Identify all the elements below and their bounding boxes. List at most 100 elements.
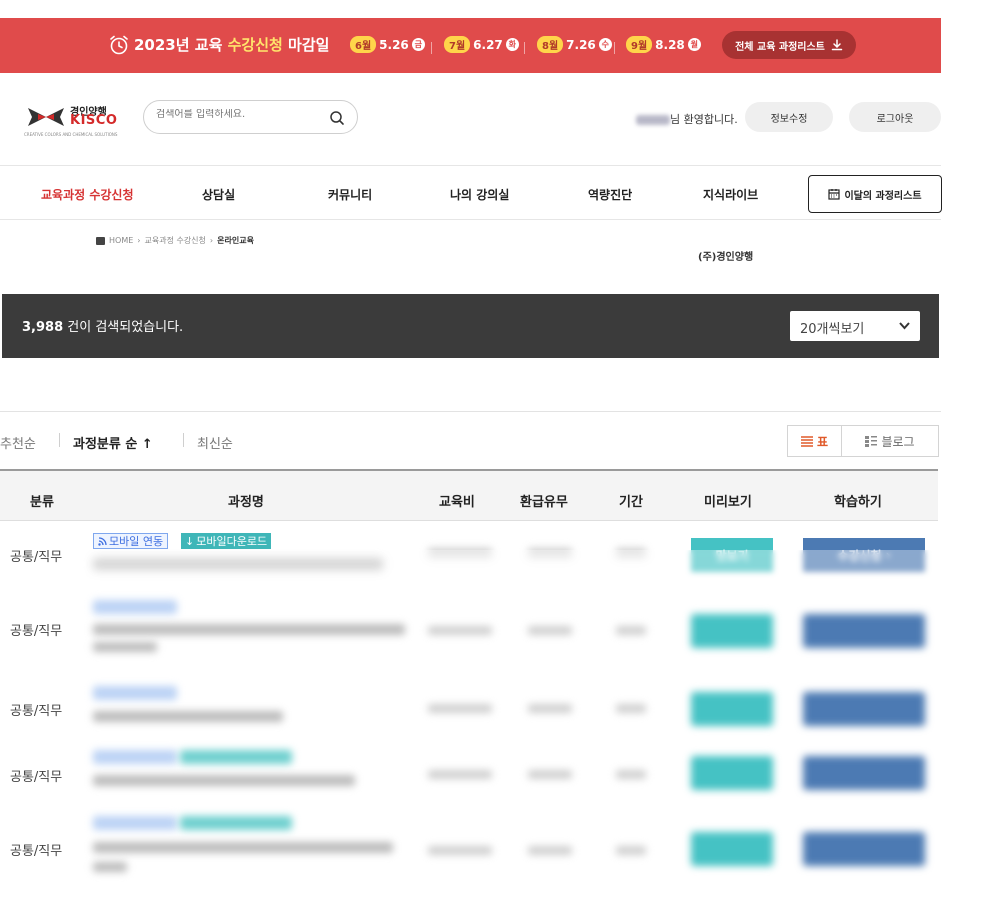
edit-profile-button[interactable]: 정보수정 xyxy=(745,102,833,132)
search-result-bar: 3,988 건이 검색되었습니다. 20개씩보기 xyxy=(2,294,939,358)
blurred-refund xyxy=(528,846,572,855)
deadline-date: 6.27 xyxy=(473,37,503,52)
enroll-button[interactable] xyxy=(803,692,925,726)
deadline-month: 9월 xyxy=(626,36,653,53)
kisco-logo[interactable]: 경인양행 KISCO CREATIVE COLORS AND CHEMICAL … xyxy=(24,102,120,137)
column-period: 기간 xyxy=(619,495,643,510)
blurred-fee xyxy=(428,704,492,713)
enroll-button[interactable] xyxy=(803,756,925,790)
sort-divider xyxy=(0,411,941,412)
mobile-download-label: 모바일다운로드 xyxy=(196,535,268,548)
sort-latest[interactable]: 최신순 xyxy=(197,433,233,452)
blurred-course-title xyxy=(93,842,393,853)
column-category: 분류 xyxy=(30,495,54,510)
per-page-value: 20개씩보기 xyxy=(800,322,865,337)
column-refund: 환급유무 xyxy=(520,495,568,510)
rss-icon xyxy=(98,536,107,546)
company-name: (주)경인양행 xyxy=(698,252,754,263)
search-input[interactable] xyxy=(156,109,316,120)
blurred-tag xyxy=(93,750,177,764)
logo-tagline: CREATIVE COLORS AND CHEMICAL SOLUTIONS xyxy=(24,132,118,137)
nav-community[interactable]: 커뮤니티 xyxy=(328,186,372,203)
result-count-number: 3,988 xyxy=(22,320,64,335)
preview-button[interactable] xyxy=(691,832,773,866)
table-row: 공통/직무 xyxy=(0,676,938,740)
breadcrumb: HOME › 교육과정 수강신청 › 온라인교육 xyxy=(96,235,254,246)
nav-divider xyxy=(0,219,941,220)
grid-icon xyxy=(865,435,878,447)
deadline-september: 9월 8.28 월 xyxy=(626,36,701,53)
deadline-date: 5.26 xyxy=(379,37,409,52)
blog-view-button[interactable]: 블로그 xyxy=(841,425,939,457)
sort-by-category[interactable]: 과정분류 순 ↑ xyxy=(73,433,153,452)
welcome-text: 님 환영합니다. xyxy=(670,113,738,126)
mobile-sync-label: 모바일 연동 xyxy=(109,535,164,548)
nav-my-classroom[interactable]: 나의 강의실 xyxy=(450,186,509,203)
deadline-weekday: 수 xyxy=(598,38,612,51)
sort-recommended[interactable]: 추천순 xyxy=(0,433,36,452)
row-category: 공통/직무 xyxy=(10,624,63,639)
blurred-refund xyxy=(528,626,572,635)
monthly-course-list-label: 이달의 과정리스트 xyxy=(844,190,922,202)
sort-separator xyxy=(59,433,60,447)
deadline-weekday: 금 xyxy=(411,38,425,51)
column-learn: 학습하기 xyxy=(834,495,882,510)
blurred-period xyxy=(616,770,646,779)
edit-profile-label: 정보수정 xyxy=(770,113,808,125)
banner-separator xyxy=(524,42,525,54)
blurred-period xyxy=(616,704,646,713)
search-icon[interactable] xyxy=(329,110,345,126)
blurred-period xyxy=(616,626,646,635)
row-category: 공통/직무 xyxy=(10,550,63,565)
column-course-name: 과정명 xyxy=(228,495,264,510)
breadcrumb-separator: › xyxy=(137,236,141,245)
download-course-list-button[interactable]: 전체 교육 과정리스트 xyxy=(722,31,856,59)
result-count: 3,988 건이 검색되었습니다. xyxy=(22,316,183,335)
nav-knowledge-live[interactable]: 지식라이브 xyxy=(703,186,758,203)
logout-label: 로그아웃 xyxy=(876,113,914,125)
banner-title-prefix: 2023년 교육 xyxy=(134,36,223,54)
row-category: 공통/직무 xyxy=(10,704,63,719)
logo-english-text: KISCO xyxy=(70,113,118,128)
deadline-month: 6월 xyxy=(350,36,377,53)
nav-course-registration[interactable]: 교육과정 수강신청 xyxy=(41,186,134,203)
nav-counseling[interactable]: 상담실 xyxy=(202,186,235,203)
blurred-course-title-line2 xyxy=(93,862,127,872)
preview-button[interactable] xyxy=(691,692,773,726)
blurred-period xyxy=(616,846,646,855)
enroll-button[interactable] xyxy=(803,614,925,648)
table-row: 공통/직무 xyxy=(0,740,938,804)
deadline-month: 8월 xyxy=(537,36,564,53)
enroll-button[interactable] xyxy=(803,832,925,866)
table-header: 분류 과정명 교육비 환급유무 기간 미리보기 학습하기 xyxy=(0,469,938,521)
sort-separator xyxy=(183,433,184,447)
blurred-tag xyxy=(93,600,177,614)
deadline-date: 7.26 xyxy=(566,37,596,52)
deadline-month: 7월 xyxy=(444,36,471,53)
blurred-course-title xyxy=(93,775,355,786)
download-arrow-icon: ↓ xyxy=(185,534,195,548)
column-fee: 교육비 xyxy=(439,495,475,510)
table-row: 공통/직무 xyxy=(0,590,938,666)
breadcrumb-home[interactable]: HOME xyxy=(109,236,133,245)
preview-button[interactable] xyxy=(691,756,773,790)
download-icon xyxy=(831,39,843,51)
banner-title-suffix: 마감일 xyxy=(288,36,330,54)
table-row: 공통/직무 모바일 연동 ↓ 모바일다운로드 맛보기 수강신청 › xyxy=(0,522,940,586)
per-page-select[interactable]: 20개씩보기 xyxy=(790,311,920,341)
deadline-june: 6월 5.26 금 xyxy=(350,36,425,53)
blurred-refund xyxy=(528,770,572,779)
chevron-down-icon xyxy=(899,322,910,330)
logout-button[interactable]: 로그아웃 xyxy=(849,102,941,132)
table-view-button[interactable]: 표 xyxy=(787,425,842,457)
banner-separator xyxy=(431,42,432,54)
banner-title: 2023년 교육 수강신청 마감일 xyxy=(134,34,329,55)
search-box xyxy=(143,100,358,134)
nav-competency-diagnosis[interactable]: 역량진단 xyxy=(588,186,632,203)
blurred-course-title xyxy=(93,624,405,635)
breadcrumb-course-registration[interactable]: 교육과정 수강신청 xyxy=(144,235,205,246)
banner-separator xyxy=(614,42,615,54)
banner-title-highlight: 수강신청 xyxy=(227,36,283,54)
monthly-course-list-button[interactable]: 이달의 과정리스트 xyxy=(808,175,942,213)
preview-button[interactable] xyxy=(691,614,773,648)
